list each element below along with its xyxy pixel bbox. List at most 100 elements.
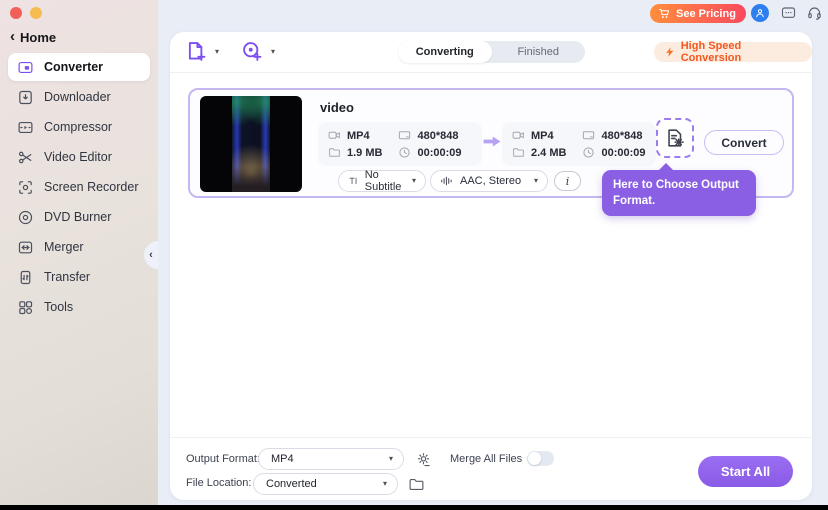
sidebar-item-merger[interactable]: Merger [8, 232, 150, 262]
feedback-button[interactable] [780, 5, 797, 21]
see-pricing-label: See Pricing [676, 7, 736, 20]
audio-value: AAC, Stereo [460, 175, 522, 187]
file-size-icon [512, 146, 525, 159]
output-size: 2.4 MB [531, 146, 567, 159]
chevron-down-icon: ▾ [388, 454, 393, 463]
home-label: Home [20, 30, 57, 45]
add-disc-icon [243, 42, 262, 61]
open-folder-button[interactable] [408, 476, 425, 493]
sidebar-item-transfer[interactable]: Transfer [8, 262, 150, 292]
subtitle-dropdown[interactable]: No Subtitle ▾ [338, 169, 426, 193]
waveform-icon [440, 174, 454, 188]
chat-icon [781, 7, 796, 18]
choose-output-format-button[interactable] [656, 118, 694, 158]
minimize-window-button[interactable] [30, 7, 42, 19]
output-format: MP4 [531, 129, 554, 142]
folder-icon [409, 478, 424, 491]
sidebar: ‹ Home Converter Downloader Compressor V… [0, 0, 158, 505]
chevron-down-icon[interactable]: ▾ [215, 47, 219, 56]
chevron-down-icon[interactable]: ▾ [271, 47, 275, 56]
start-all-button[interactable]: Start All [698, 456, 793, 487]
sidebar-item-video-editor[interactable]: Video Editor [8, 142, 150, 172]
downloader-icon [17, 89, 34, 106]
window-controls [10, 7, 42, 19]
file-location-dropdown[interactable]: Converted ▾ [253, 473, 398, 495]
conversion-arrow-icon [483, 136, 501, 147]
source-duration: 00:00:09 [417, 146, 462, 159]
output-resolution: 480*848 [601, 129, 643, 142]
support-button[interactable] [806, 5, 823, 21]
sidebar-item-tools[interactable]: Tools [8, 292, 150, 322]
disc-icon [17, 209, 34, 226]
output-duration: 00:00:09 [601, 146, 646, 159]
converting-finished-tabs: Converting Finished [398, 41, 585, 63]
toolbar-divider [170, 72, 812, 73]
duration-icon [582, 146, 595, 159]
chevron-down-icon: ▾ [533, 176, 538, 185]
file-location-label: File Location: [186, 477, 252, 489]
scissors-icon [17, 149, 34, 166]
file-location-value: Converted [266, 478, 317, 490]
resolution-icon [398, 129, 411, 142]
output-format-label: Output Format: [186, 453, 260, 465]
output-format-value: MP4 [271, 453, 294, 465]
merge-icon [17, 239, 34, 256]
cart-icon [658, 8, 670, 18]
user-account-button[interactable] [751, 4, 769, 22]
compressor-icon [17, 119, 34, 136]
source-format: MP4 [347, 129, 370, 142]
sidebar-item-label: Video Editor [44, 150, 112, 164]
person-icon [756, 9, 764, 18]
bottom-black-bar [0, 505, 828, 510]
sidebar-item-screen-recorder[interactable]: Screen Recorder [8, 172, 150, 202]
sidebar-item-label: DVD Burner [44, 210, 112, 224]
format-profile-icon [668, 129, 684, 147]
high-speed-label: High Speed Conversion [680, 40, 742, 64]
source-size: 1.9 MB [347, 146, 383, 159]
see-pricing-button[interactable]: See Pricing [650, 4, 746, 23]
subtitle-icon [348, 174, 359, 188]
output-settings-button[interactable] [415, 451, 432, 468]
sidebar-item-label: Screen Recorder [44, 180, 139, 194]
sidebar-item-label: Downloader [44, 90, 111, 104]
duration-icon [398, 146, 411, 159]
back-chevron-icon: ‹ [10, 28, 15, 45]
convert-button[interactable]: Convert [704, 130, 784, 155]
media-info-button[interactable]: i [554, 171, 581, 191]
headset-icon [808, 7, 821, 20]
sidebar-item-compressor[interactable]: Compressor [8, 112, 150, 142]
screen-recorder-icon [17, 179, 34, 196]
video-title: video [320, 100, 354, 115]
merge-all-files-label: Merge All Files [450, 453, 523, 465]
toggle-knob [528, 452, 541, 465]
resolution-icon [582, 129, 595, 142]
collapse-chevron-icon: ‹ [149, 249, 153, 261]
lightning-bolt-icon [666, 47, 674, 57]
sidebar-item-dvd-burner[interactable]: DVD Burner [8, 202, 150, 232]
sidebar-item-label: Tools [44, 300, 74, 314]
high-speed-conversion-button[interactable]: High Speed Conversion [654, 40, 812, 64]
sidebar-item-label: Transfer [44, 270, 91, 284]
home-back-link[interactable]: ‹ Home [10, 28, 57, 45]
subtitle-value: No Subtitle [364, 169, 402, 193]
chevron-down-icon: ▾ [411, 176, 416, 185]
sidebar-item-label: Merger [44, 240, 84, 254]
add-file-button[interactable] [185, 40, 208, 63]
tab-converting[interactable]: Converting [398, 41, 492, 63]
sidebar-item-downloader[interactable]: Downloader [8, 82, 150, 112]
sidebar-item-label: Converter [44, 60, 104, 74]
audio-track-dropdown[interactable]: AAC, Stereo ▾ [430, 170, 548, 192]
tools-grid-icon [17, 299, 34, 316]
merge-all-files-toggle[interactable] [527, 451, 554, 466]
app-window: ‹ Home Converter Downloader Compressor V… [0, 0, 828, 510]
add-file-icon [188, 42, 206, 61]
converter-toolbar: ▾ ▾ Converting Finished High Speed Conve… [170, 32, 812, 72]
sidebar-item-converter[interactable]: Converter [8, 53, 150, 81]
add-from-device-button[interactable] [241, 40, 264, 63]
output-format-dropdown[interactable]: MP4 ▾ [258, 448, 404, 470]
tab-finished[interactable]: Finished [492, 41, 586, 63]
output-format-tooltip: Here to Choose Output Format. [602, 162, 756, 217]
video-format-icon [512, 129, 525, 142]
transfer-icon [17, 269, 34, 286]
close-window-button[interactable] [10, 7, 22, 19]
